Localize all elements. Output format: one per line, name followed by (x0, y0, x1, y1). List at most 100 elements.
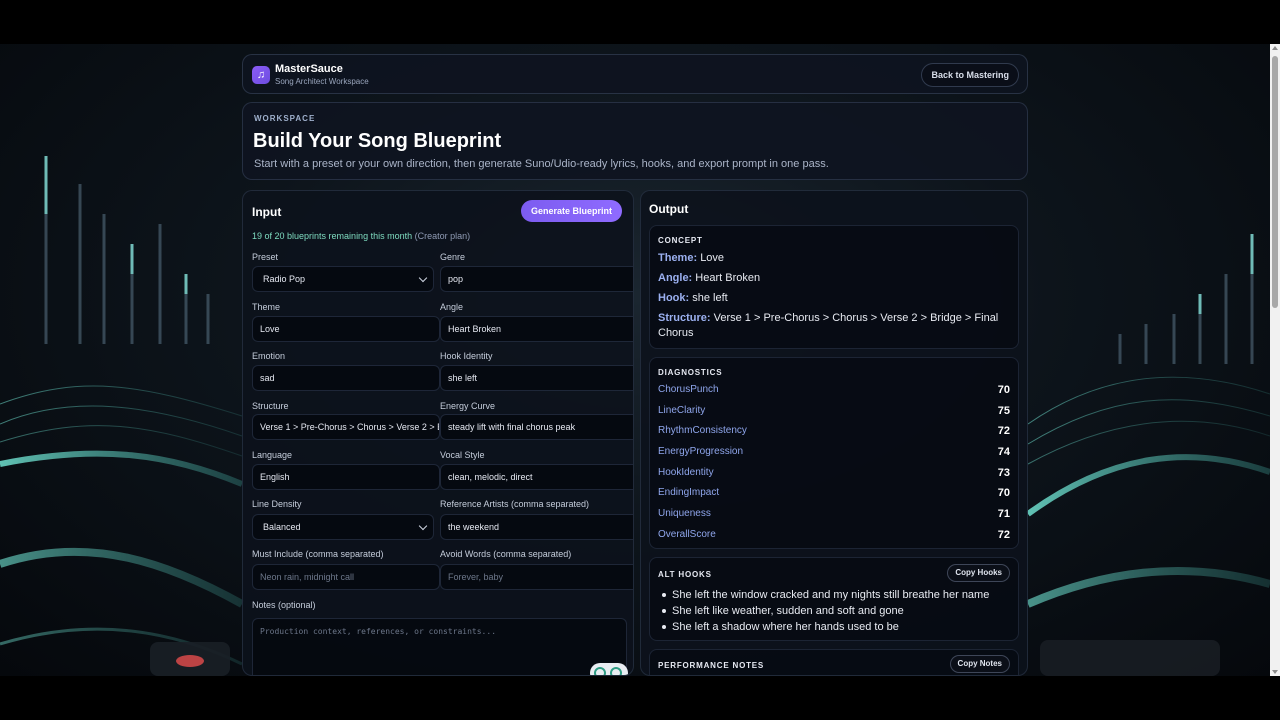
bullet-icon (662, 609, 666, 614)
angle-label: Angle (440, 302, 464, 312)
energy-curve-label: Energy Curve (440, 401, 496, 411)
concept-theme: Theme: Love (658, 252, 724, 264)
concept-theme-value: Love (700, 252, 725, 264)
quota-plan: (Creator plan) (414, 231, 471, 241)
alt-hook-text: She left like weather, sudden and soft a… (672, 605, 904, 617)
chevron-down-icon (418, 273, 428, 283)
diagnostic-score: 75 (997, 405, 1010, 417)
diagnostic-score: 70 (997, 487, 1010, 499)
line-density-value: Balanced (263, 522, 301, 532)
diagnostic-score: 72 (997, 529, 1010, 541)
alt-hook-text: She left the window cracked and my night… (672, 589, 990, 601)
widget-icon (594, 667, 606, 675)
avoid-words-input[interactable]: Forever, baby (440, 564, 633, 590)
copy-notes-button[interactable]: Copy Notes (949, 655, 1010, 673)
output-panel: Output CONCEPT Theme: Love Angle: Heart … (640, 190, 1028, 676)
alt-hook-item: She left the window cracked and my night… (662, 589, 989, 601)
alt-hook-item: She left a shadow where her hands used t… (662, 621, 899, 633)
page-title: Build Your Song Blueprint (253, 130, 502, 152)
app-header: ♫ MasterSauce Song Architect Workspace B… (242, 54, 1028, 94)
diagnostic-name: LineClarity (658, 405, 706, 416)
angle-input[interactable]: Heart Broken (440, 316, 633, 342)
concept-structure: Structure: Verse 1 > Pre-Chorus > Chorus… (658, 312, 998, 324)
brand-name: MasterSauce (275, 63, 343, 75)
energy-curve-input[interactable]: steady lift with final chorus peak (440, 414, 633, 440)
hero-section: WORKSPACE Build Your Song Blueprint Star… (242, 102, 1028, 180)
preset-label: Preset (252, 252, 279, 262)
genre-label: Genre (440, 252, 466, 262)
diagnostic-name: OverallScore (658, 529, 716, 540)
concept-angle-key: Angle: (658, 272, 693, 284)
diagnostics-heading: DIAGNOSTICS (658, 368, 723, 377)
language-input[interactable]: English (252, 464, 440, 490)
hero-subtitle: Start with a preset or your own directio… (254, 158, 829, 170)
quota-remaining: 19 of 20 blueprints remaining this month (252, 231, 413, 241)
alt-hooks-heading: ALT HOOKS (658, 570, 712, 579)
genre-input[interactable]: pop (440, 266, 633, 292)
browser-viewport: ♫ MasterSauce Song Architect Workspace B… (0, 44, 1280, 676)
concept-structure-value: Verse 1 > Pre-Chorus > Chorus > Verse 2 … (713, 312, 999, 324)
back-to-mastering-button[interactable]: Back to Mastering (921, 63, 1019, 87)
copy-hooks-button[interactable]: Copy Hooks (947, 564, 1010, 582)
concept-structure-continued: Chorus (658, 327, 694, 339)
alt-hook-item: She left like weather, sudden and soft a… (662, 605, 904, 617)
concept-theme-key: Theme: (658, 252, 698, 264)
reference-artists-input[interactable]: the weekend (440, 514, 633, 540)
scroll-down-arrow-icon[interactable] (1272, 670, 1278, 674)
line-density-select[interactable]: Balanced (252, 514, 434, 540)
input-panel: Input Generate Blueprint 19 of 20 bluepr… (242, 190, 634, 676)
input-panel-title: Input (252, 205, 282, 219)
must-include-label: Must Include (comma separated) (252, 549, 384, 559)
hero-eyebrow: WORKSPACE (254, 114, 316, 123)
hook-identity-input[interactable]: she left (440, 365, 633, 391)
structure-label: Structure (252, 401, 289, 411)
vocal-style-input[interactable]: clean, melodic, direct (440, 464, 633, 490)
diagnostic-score: 73 (997, 467, 1010, 479)
diagnostic-name: HookIdentity (658, 467, 714, 478)
line-density-label: Line Density (252, 499, 302, 509)
theme-input[interactable]: Love (252, 316, 440, 342)
concept-hook: Hook: she left (658, 292, 728, 304)
scrollbar-thumb[interactable] (1272, 56, 1278, 308)
bullet-icon (662, 625, 666, 630)
diagnostics-card: DIAGNOSTICS ChorusPunch 70 LineClarity 7… (649, 357, 1019, 549)
language-label: Language (252, 450, 293, 460)
avoid-words-label: Avoid Words (comma separated) (440, 549, 572, 559)
performance-notes-card: PERFORMANCE NOTES Copy Notes (649, 649, 1019, 675)
concept-card: CONCEPT Theme: Love Angle: Heart Broken … (649, 225, 1019, 349)
performance-notes-heading: PERFORMANCE NOTES (658, 661, 765, 670)
must-include-input[interactable]: Neon rain, midnight call (252, 564, 440, 590)
diagnostic-score: 71 (997, 508, 1010, 520)
concept-angle: Angle: Heart Broken (658, 272, 760, 284)
quota-text: 19 of 20 blueprints remaining this month… (252, 231, 470, 241)
hook-identity-label: Hook Identity (440, 351, 493, 361)
bullet-icon (662, 593, 666, 598)
diagnostic-name: EndingImpact (658, 487, 720, 498)
floating-widget-button[interactable] (590, 663, 628, 675)
structure-input[interactable]: Verse 1 > Pre-Chorus > Chorus > Verse 2 … (252, 414, 440, 440)
chevron-down-icon (418, 521, 428, 531)
theme-label: Theme (252, 302, 281, 312)
generate-blueprint-button[interactable]: Generate Blueprint (521, 200, 622, 222)
page-scrollbar[interactable] (1270, 44, 1280, 676)
concept-angle-value: Heart Broken (695, 272, 761, 284)
diagnostic-name: EnergyProgression (658, 446, 744, 457)
vocal-style-label: Vocal Style (440, 450, 485, 460)
diagnostic-score: 72 (997, 425, 1010, 437)
concept-hook-key: Hook: (658, 292, 690, 304)
diagnostic-name: ChorusPunch (658, 384, 719, 395)
music-note-icon: ♫ (252, 66, 270, 84)
scroll-up-arrow-icon[interactable] (1272, 46, 1278, 50)
emotion-input[interactable]: sad (252, 365, 440, 391)
diagnostic-score: 74 (997, 446, 1010, 458)
notes-textarea[interactable]: Production context, references, or const… (252, 618, 627, 675)
diagnostic-name: RhythmConsistency (658, 425, 747, 436)
alt-hook-text: She left a shadow where her hands used t… (672, 621, 899, 633)
letterbox-top (0, 0, 1280, 44)
reference-artists-label: Reference Artists (comma separated) (440, 499, 590, 509)
preset-select[interactable]: Radio Pop (252, 266, 434, 292)
letterbox-bottom (0, 676, 1280, 720)
output-panel-title: Output (649, 202, 689, 216)
concept-heading: CONCEPT (658, 236, 703, 245)
preset-value: Radio Pop (263, 274, 306, 284)
